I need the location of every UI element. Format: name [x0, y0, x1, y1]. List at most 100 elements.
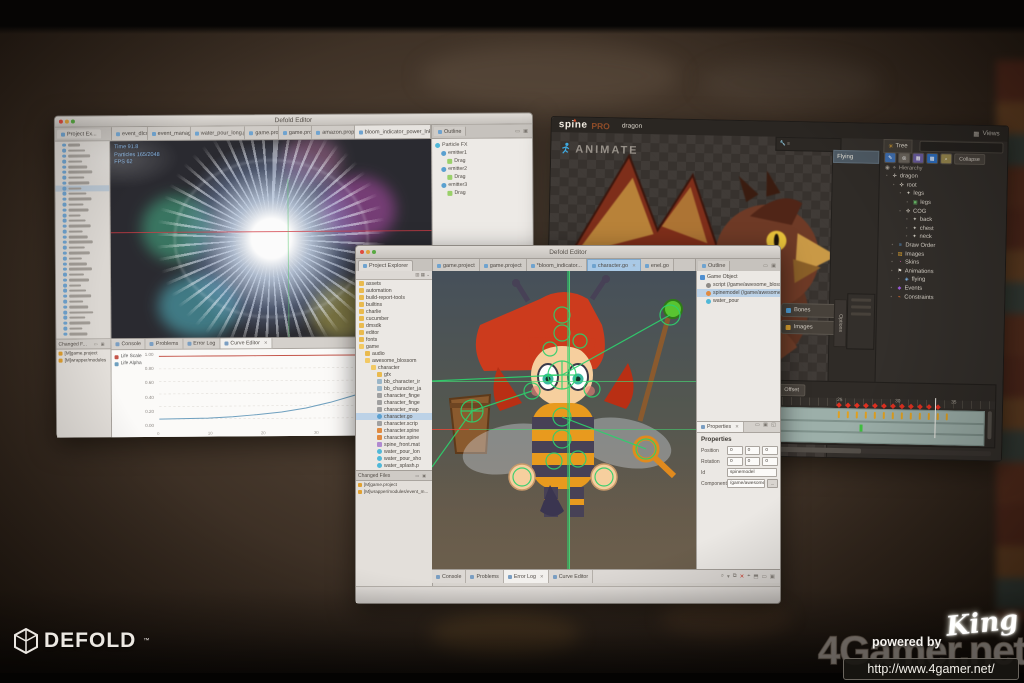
- close-icon[interactable]: [360, 250, 364, 254]
- console-tab[interactable]: Curve Editor: [220, 338, 273, 349]
- console-tab[interactable]: Error Log: [183, 338, 221, 349]
- tree-row[interactable]: character.spine: [356, 434, 432, 441]
- changed-files-header[interactable]: Changed F... ▭ ▣: [56, 339, 111, 350]
- tree-row[interactable]: character_finge: [356, 399, 432, 406]
- spine-timeline[interactable]: Offset 25 30 35: [771, 379, 997, 449]
- tree-row[interactable]: automation: [356, 287, 432, 294]
- search-tool-button[interactable]: ⌕: [940, 153, 953, 165]
- editor-tab[interactable]: game.project: [245, 126, 279, 140]
- tab-outline[interactable]: Outline: [698, 260, 731, 271]
- zoom-icon[interactable]: [372, 250, 376, 254]
- outline-row[interactable]: Drag: [432, 188, 532, 197]
- collapse-button[interactable]: Collapse: [954, 153, 985, 166]
- views-button[interactable]: ▦ Views: [973, 129, 1008, 138]
- console-tab[interactable]: Problems: [466, 570, 504, 583]
- tree-row[interactable]: editor: [356, 329, 432, 336]
- editor-tab[interactable]: water_pour_long.particlefx: [190, 126, 246, 140]
- console-tab[interactable]: Curve Editor: [549, 570, 594, 583]
- scroll-lock-icon[interactable]: ⬒: [753, 574, 758, 580]
- outline-row[interactable]: script (/game/awesome_blosso: [697, 281, 780, 289]
- traffic-lights[interactable]: [360, 250, 376, 254]
- browse-button[interactable]: ...: [767, 479, 778, 488]
- keyframe-tick[interactable]: [882, 412, 885, 420]
- keyframe-tick[interactable]: [918, 412, 921, 420]
- images-button[interactable]: Images: [780, 319, 837, 336]
- keyframe-green[interactable]: [859, 424, 863, 432]
- tree-row[interactable]: water_pour_lon: [356, 448, 432, 455]
- tree-row[interactable]: fonts: [356, 336, 432, 343]
- id-field[interactable]: spinemodel: [727, 468, 777, 477]
- tree-row[interactable]: character_map: [356, 406, 432, 413]
- bones-button[interactable]: Bones: [780, 302, 838, 319]
- weights-tool-button[interactable]: ◎: [898, 152, 911, 164]
- tree-row[interactable]: spine_front.mat: [356, 441, 432, 448]
- position-z-field[interactable]: 0: [762, 446, 779, 455]
- panel-minmax-icons[interactable]: ▭ ▣: [763, 263, 780, 269]
- tree-row[interactable]: bb_character_ir: [356, 378, 432, 385]
- editor-tab[interactable]: event_dlcs.lua: [111, 127, 148, 141]
- tree-row[interactable]: water_pour_sho: [356, 455, 432, 462]
- keyframe-tick[interactable]: [864, 411, 867, 419]
- panel-minmax-icons[interactable]: ▭ ▣: [415, 473, 430, 478]
- tree-row[interactable]: cucumber: [356, 315, 432, 322]
- changed-files-header[interactable]: Changed Files ▭ ▣: [356, 471, 432, 481]
- tab-project-explorer[interactable]: Project Explorer: [358, 260, 414, 271]
- editor-tab[interactable]: game.project: [278, 125, 313, 140]
- changed-file-item[interactable]: [M]wrapper/modules/event_m...: [356, 488, 432, 495]
- console-tab[interactable]: Console: [111, 339, 146, 350]
- rotation-x-field[interactable]: 0: [727, 457, 743, 466]
- visibility-tool-button[interactable]: ▩: [926, 152, 939, 165]
- filter-icon[interactable]: ▾: [727, 574, 730, 580]
- animations-toolbar[interactable]: 🔧 ≡: [775, 136, 842, 153]
- tree-row[interactable]: builtins: [356, 301, 432, 308]
- keyframe-tick[interactable]: [855, 411, 858, 419]
- timeline-vscrollbar[interactable]: [987, 411, 992, 440]
- search-icon[interactable]: ⌕: [721, 573, 724, 580]
- outline-row[interactable]: spinemodel (/game/awesome_b: [697, 289, 780, 297]
- rotation-y-field[interactable]: 0: [744, 457, 761, 466]
- tree-row[interactable]: bb_character_ja: [356, 385, 432, 392]
- changed-file-item[interactable]: [M]game.project: [356, 481, 432, 488]
- keyframe-tick[interactable]: [873, 411, 876, 419]
- keyframe-tick[interactable]: [936, 413, 939, 421]
- editor-tab[interactable]: bloom_indicator_power_lnk.particlefx: [354, 125, 432, 139]
- tree-row[interactable]: character.spine: [356, 427, 432, 434]
- editor-tab[interactable]: amazon.properties: [312, 125, 355, 139]
- pin-icon[interactable]: ⌖: [747, 573, 750, 580]
- panel-minmax-icons[interactable]: ▭ ▣: [515, 128, 532, 134]
- zoom-icon[interactable]: [70, 119, 75, 124]
- changed-file-item[interactable]: [M]wrapper/modules: [57, 356, 111, 363]
- offset-button[interactable]: Offset: [778, 383, 806, 397]
- tree-row[interactable]: charlie: [356, 308, 432, 315]
- tree-row[interactable]: character.go: [356, 413, 432, 420]
- position-y-field[interactable]: 0: [744, 446, 761, 455]
- tree-row[interactable]: build-report-tools: [356, 294, 432, 301]
- tree-row[interactable]: audio: [356, 350, 432, 357]
- maximize-panel-icon[interactable]: ▣: [770, 574, 775, 580]
- outline-row[interactable]: Game Object: [697, 273, 780, 281]
- legend-entry[interactable]: Life Alpha: [114, 360, 142, 367]
- keyframe-tick[interactable]: [927, 412, 930, 420]
- tree-row[interactable]: awesome_blossom: [356, 357, 432, 364]
- keyframe-tick[interactable]: [837, 411, 840, 419]
- tab-outline[interactable]: Outline: [433, 126, 467, 137]
- editor-tab[interactable]: event_manager.lua: [147, 126, 191, 141]
- console-tab[interactable]: Problems: [145, 338, 184, 350]
- tree-row[interactable]: assets: [356, 280, 432, 287]
- keyframe-tick[interactable]: [945, 413, 948, 421]
- traffic-lights[interactable]: [58, 119, 75, 124]
- tab-properties[interactable]: Properties: [697, 422, 744, 432]
- hierarchy-row[interactable]: Constraints: [879, 292, 1004, 303]
- panel-minmax-icons[interactable]: ▭ ▣: [94, 341, 109, 346]
- minimize-icon[interactable]: [366, 250, 370, 254]
- scene-viewport[interactable]: [432, 271, 696, 569]
- left-file-list[interactable]: [55, 141, 112, 339]
- component-field[interactable]: /game/awesome...: [727, 479, 765, 488]
- close-icon[interactable]: [58, 119, 63, 124]
- keyframe-tick[interactable]: [891, 412, 894, 420]
- minimize-panel-icon[interactable]: ▭: [762, 574, 767, 580]
- console-tab[interactable]: Console: [432, 570, 467, 583]
- tree-row[interactable]: game: [356, 343, 432, 350]
- tree-row[interactable]: water_splash.p: [356, 462, 432, 469]
- keyframe-tick[interactable]: [846, 411, 849, 419]
